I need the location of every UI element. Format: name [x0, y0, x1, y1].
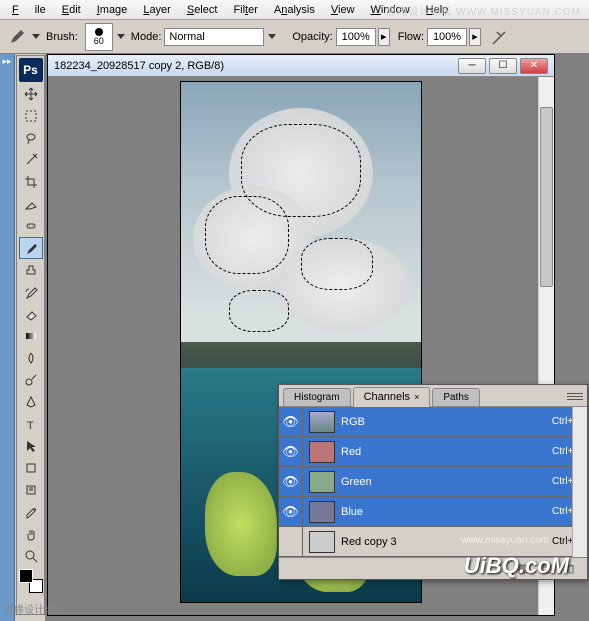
svg-text:T: T	[27, 420, 34, 431]
color-swatches[interactable]	[19, 569, 43, 593]
channel-name: Green	[341, 476, 552, 488]
doc-title: 182234_20928517 copy 2, RGB/8)	[54, 60, 455, 72]
gradient-tool[interactable]	[19, 325, 43, 347]
channel-green[interactable]: 👁 Green Ctrl+2	[279, 467, 587, 497]
selection-marquee	[301, 238, 373, 290]
brush-flyout[interactable]	[117, 34, 125, 39]
close-button[interactable]: ✕	[520, 58, 548, 74]
brush-label: Brush:	[46, 31, 78, 43]
channel-thumb	[309, 531, 335, 553]
brush-tool[interactable]	[19, 237, 43, 259]
panel-scrollbar[interactable]	[572, 407, 587, 557]
move-tool[interactable]	[19, 83, 43, 105]
notes-tool[interactable]	[19, 479, 43, 501]
dock-ribbon[interactable]: ▸▸	[0, 54, 15, 621]
channel-thumb	[309, 411, 335, 433]
scrollbar-thumb[interactable]	[540, 107, 553, 287]
watermark-logo: UiBQ.coM	[464, 553, 569, 579]
channel-rgb[interactable]: 👁 RGB Ctrl+~	[279, 407, 587, 437]
visibility-toggle[interactable]: 👁	[279, 497, 303, 527]
panel-menu-icon[interactable]	[567, 389, 583, 403]
selection-marquee	[205, 196, 289, 274]
channel-name: Red	[341, 446, 552, 458]
visibility-toggle[interactable]: 👁	[279, 407, 303, 437]
menu-view[interactable]: View	[323, 2, 363, 18]
pen-tool[interactable]	[19, 391, 43, 413]
eyedropper-tool[interactable]	[19, 501, 43, 523]
tab-close-icon[interactable]: ×	[414, 392, 419, 402]
crop-tool[interactable]	[19, 171, 43, 193]
visibility-toggle[interactable]: 👁	[279, 437, 303, 467]
selection-marquee	[229, 290, 289, 332]
eraser-tool[interactable]	[19, 303, 43, 325]
menu-filter[interactable]: Filter	[225, 2, 265, 18]
foreground-swatch[interactable]	[19, 569, 33, 583]
opacity-input[interactable]	[336, 28, 376, 46]
dodge-tool[interactable]	[19, 369, 43, 391]
heal-tool[interactable]	[19, 215, 43, 237]
opacity-stepper[interactable]: ▸	[378, 28, 390, 46]
blur-tool[interactable]	[19, 347, 43, 369]
tab-histogram[interactable]: Histogram	[283, 388, 351, 406]
coral-shape	[205, 472, 277, 576]
menu-file[interactable]: File	[4, 2, 54, 18]
zoom-tool[interactable]	[19, 545, 43, 567]
channel-thumb	[309, 441, 335, 463]
menu-image[interactable]: Image	[89, 2, 136, 18]
mode-flyout[interactable]	[268, 34, 276, 39]
watermark-image: www.missyuan.com	[461, 535, 549, 546]
shape-tool[interactable]	[19, 457, 43, 479]
panel-tabs: Histogram Channels× Paths	[279, 385, 587, 407]
channel-thumb	[309, 501, 335, 523]
options-bar: Brush: 60 Mode: Normal Opacity: ▸ Flow: …	[0, 20, 589, 54]
minimize-button[interactable]: ─	[458, 58, 486, 74]
watermark-bottom-left: 思缘设计论坛	[4, 601, 64, 616]
menu-analysis[interactable]: Analysis	[266, 2, 323, 18]
visibility-toggle[interactable]: 👁	[279, 467, 303, 497]
type-tool[interactable]: T	[19, 413, 43, 435]
hand-tool[interactable]	[19, 523, 43, 545]
menu-layer[interactable]: Layer	[135, 2, 179, 18]
tab-paths[interactable]: Paths	[432, 388, 480, 406]
history-brush-tool[interactable]	[19, 281, 43, 303]
airbrush-toggle[interactable]	[489, 26, 511, 48]
slice-tool[interactable]	[19, 193, 43, 215]
tool-preset-flyout[interactable]	[32, 34, 40, 39]
maximize-button[interactable]: ☐	[489, 58, 517, 74]
channel-thumb	[309, 471, 335, 493]
channels-panel: Histogram Channels× Paths 👁 RGB Ctrl+~ 👁…	[278, 384, 588, 580]
doc-titlebar[interactable]: 182234_20928517 copy 2, RGB/8) ─ ☐ ✕	[48, 55, 554, 77]
wand-tool[interactable]	[19, 149, 43, 171]
mode-select[interactable]: Normal	[164, 28, 264, 46]
watermark-top: 思缘设计论坛 WWW.MISSYUAN.COM	[386, 3, 581, 18]
toolbox: Ps T	[16, 55, 45, 615]
lasso-tool[interactable]	[19, 127, 43, 149]
channel-name: Blue	[341, 506, 552, 518]
brush-dot-icon	[95, 28, 103, 36]
brush-preview[interactable]: 60	[85, 23, 113, 51]
marquee-tool[interactable]	[19, 105, 43, 127]
brush-size-value: 60	[94, 36, 104, 46]
visibility-toggle[interactable]	[279, 527, 303, 557]
flow-input[interactable]	[427, 28, 467, 46]
stamp-tool[interactable]	[19, 259, 43, 281]
brush-tool-icon[interactable]	[6, 26, 28, 48]
flow-label: Flow:	[398, 31, 424, 43]
flow-stepper[interactable]: ▸	[469, 28, 481, 46]
path-select-tool[interactable]	[19, 435, 43, 457]
channel-name: RGB	[341, 416, 552, 428]
tab-channels[interactable]: Channels×	[353, 387, 431, 407]
menu-edit[interactable]: Edit	[54, 2, 89, 18]
ps-logo-icon[interactable]: Ps	[19, 58, 43, 82]
channel-blue[interactable]: 👁 Blue Ctrl+3	[279, 497, 587, 527]
opacity-label: Opacity:	[292, 31, 332, 43]
channel-red[interactable]: 👁 Red Ctrl+1	[279, 437, 587, 467]
mode-label: Mode:	[131, 31, 162, 43]
menu-select[interactable]: Select	[179, 2, 226, 18]
